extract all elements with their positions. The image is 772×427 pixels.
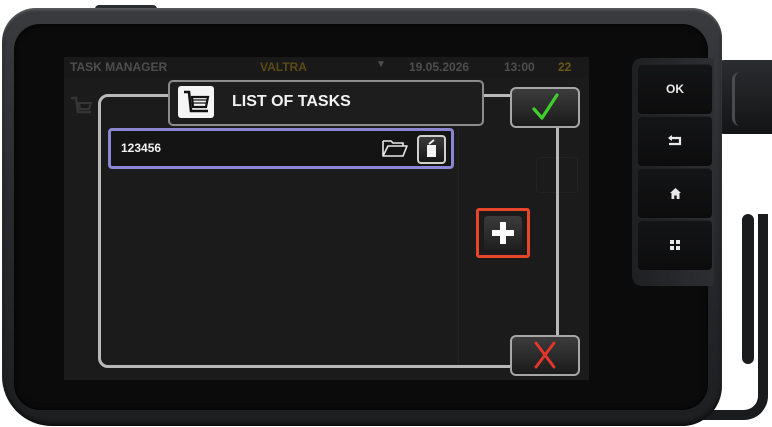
background-task-icon xyxy=(69,94,95,116)
vehicle-dropdown-chevron-icon: ▼ xyxy=(376,59,386,70)
plus-icon xyxy=(484,216,522,250)
task-list-item[interactable]: 123456 xyxy=(108,128,454,169)
delete-task-button[interactable] xyxy=(417,135,446,164)
status-count: 22 xyxy=(558,60,572,74)
hw-home-key[interactable] xyxy=(638,168,712,218)
add-task-button[interactable] xyxy=(476,208,530,258)
back-arrow-icon xyxy=(668,135,682,146)
hw-back-key[interactable] xyxy=(638,116,712,166)
status-time: 13:00 xyxy=(504,60,535,74)
mounting-bracket-arm xyxy=(742,214,754,364)
dialog-title: LIST OF TASKS xyxy=(232,93,351,110)
task-list-icon xyxy=(178,86,214,118)
hw-menu-key[interactable] xyxy=(638,220,712,270)
close-x-icon xyxy=(534,341,556,369)
cancel-button[interactable] xyxy=(510,335,580,376)
task-name: 123456 xyxy=(121,141,162,155)
dialog-header: LIST OF TASKS xyxy=(168,80,484,126)
hw-ok-label: OK xyxy=(666,82,684,96)
status-date: 19.05.2026 xyxy=(409,60,470,74)
app-title: TASK MANAGER xyxy=(70,60,168,74)
confirm-button[interactable] xyxy=(510,87,580,128)
grid-menu-icon xyxy=(670,240,680,250)
folder-open-icon[interactable] xyxy=(381,138,409,158)
checkmark-icon xyxy=(532,93,559,120)
status-bar: TASK MANAGER VALTRA ▼ 19.05.2026 13:00 2… xyxy=(64,57,589,77)
mounting-handle-ring xyxy=(732,72,772,126)
display-screen: TASK MANAGER VALTRA ▼ 19.05.2026 13:00 2… xyxy=(64,57,589,380)
home-icon xyxy=(669,187,681,199)
trash-icon xyxy=(427,139,436,157)
vehicle-name: VALTRA xyxy=(260,60,307,74)
hw-ok-key[interactable]: OK xyxy=(638,64,712,114)
